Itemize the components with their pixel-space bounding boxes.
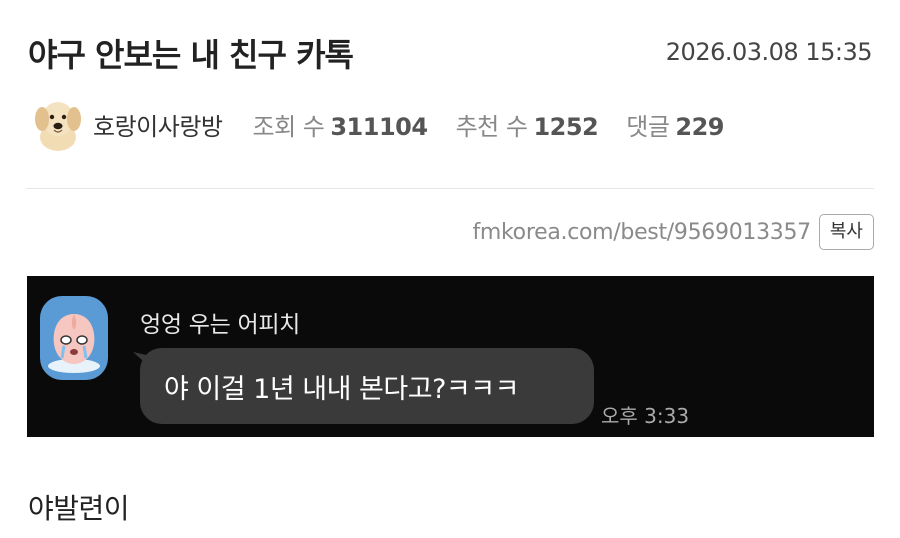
post-meta: 호랑이사랑방 조회 수 311104 추천 수 1252 댓글 229	[33, 96, 752, 152]
post-title: 야구 안보는 내 친구 카톡	[28, 36, 354, 74]
comment-count-value: 229	[675, 112, 725, 141]
view-count-value: 311104	[330, 112, 428, 141]
recommend-count-value: 1252	[533, 112, 599, 141]
post-link-row: fmkorea.com/best/9569013357 복사	[472, 213, 874, 251]
chat-screenshot: 엉엉 우는 어피치 야 이걸 1년 내내 본다고?ㅋㅋㅋ 오후 3:33	[27, 276, 874, 437]
message-text: 야 이걸 1년 내내 본다고?ㅋㅋㅋ	[164, 373, 519, 405]
post-url[interactable]: fmkorea.com/best/9569013357	[472, 220, 811, 245]
post-body-text: 야발련이	[28, 492, 130, 525]
divider	[26, 188, 874, 189]
recommend-count: 추천 수 1252	[456, 107, 599, 142]
recommend-count-label: 추천 수	[455, 112, 528, 141]
comment-count-label: 댓글	[626, 112, 670, 141]
post-page: 야구 안보는 내 친구 카톡 2026.03.08 15:35 호랑이사랑방 조…	[0, 0, 900, 538]
message-bubble: 야 이걸 1년 내내 본다고?ㅋㅋㅋ	[140, 348, 594, 424]
puppy-icon[interactable]	[33, 97, 83, 151]
sender-name: 엉엉 우는 어피치	[140, 312, 301, 338]
author-name[interactable]: 호랑이사랑방	[93, 107, 223, 142]
comment-count[interactable]: 댓글 229	[626, 107, 724, 142]
view-count: 조회 수 311104	[252, 107, 428, 142]
crying-apeach-icon	[40, 296, 108, 380]
message-time: 오후 3:33	[601, 404, 690, 428]
post-date: 2026.03.08 15:35	[665, 38, 873, 66]
view-count-label: 조회 수	[252, 112, 325, 141]
copy-button[interactable]: 복사	[818, 214, 874, 250]
